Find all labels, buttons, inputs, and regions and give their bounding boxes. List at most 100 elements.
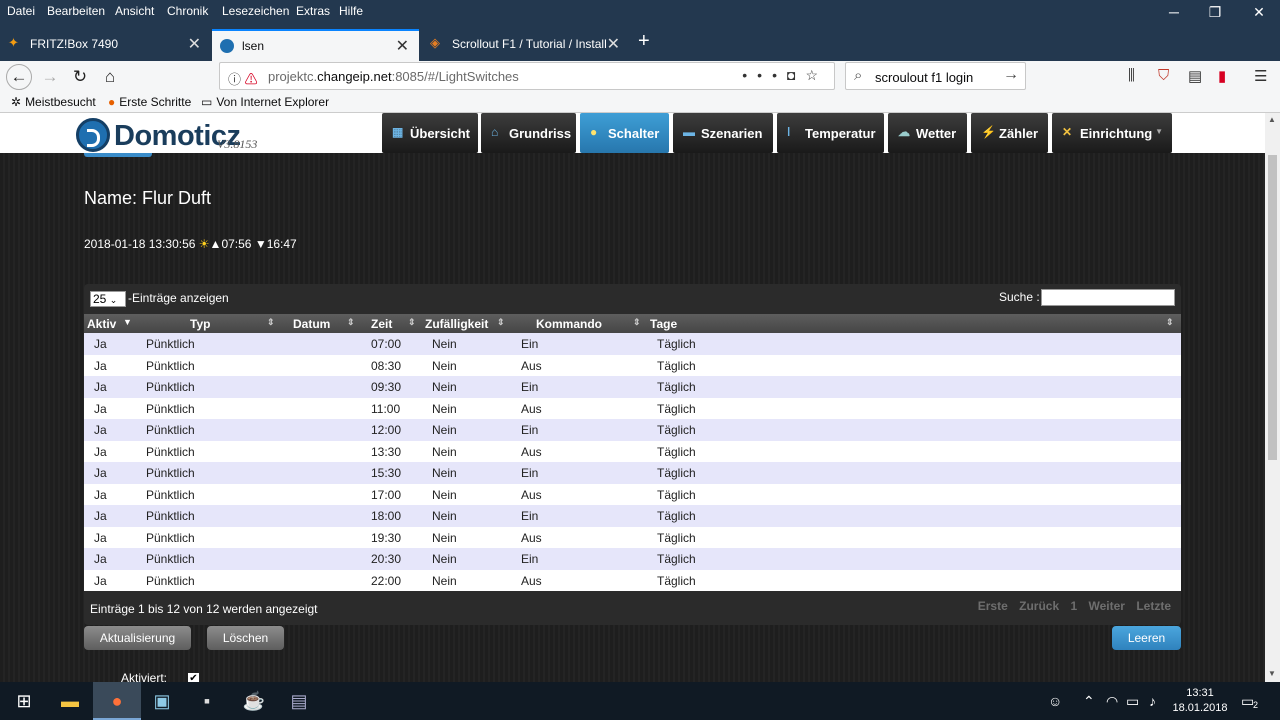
people-icon[interactable]: ☺ [1048, 693, 1062, 709]
table-search-input[interactable] [1041, 289, 1175, 306]
battery-icon[interactable]: ▭ [1126, 693, 1139, 710]
maximize-icon[interactable]: ❐ [1192, 0, 1238, 23]
nav-grundriss[interactable]: ⌂ Grundriss [481, 113, 576, 153]
sort-icon[interactable]: ⇕ [1166, 317, 1174, 328]
new-tab-icon[interactable]: + [638, 30, 658, 53]
close-window-icon[interactable]: ✕ [1236, 0, 1280, 23]
bookmark-folder-ie[interactable]: ▭ Von Internet Explorer [201, 95, 329, 109]
sort-icon[interactable]: ⇕ [497, 317, 505, 328]
tab-scrollout[interactable]: ◈ Scrollout F1 / Tutorial / Install ✕ [422, 29, 630, 61]
nav-szenarien[interactable]: ▬ Szenarien [673, 113, 773, 153]
bookmark-meistbesucht[interactable]: ✲ Meistbesucht [11, 95, 96, 109]
forward-icon[interactable]: → [37, 64, 63, 90]
tray-chevron-icon[interactable]: ⌃ [1083, 693, 1095, 710]
tab-lsen[interactable]: lsen ✕ [212, 29, 419, 61]
col-aktiv[interactable]: Aktiv [87, 317, 116, 331]
table-row[interactable]: Ja Pünktlich 17:00 Nein Aus Täglich [84, 483, 1181, 505]
refresh-button[interactable]: Aktualisierung [84, 626, 191, 650]
pager-last[interactable]: Letzte [1136, 599, 1171, 613]
ublock-icon[interactable]: ⛉ [1158, 67, 1169, 84]
back-icon[interactable]: ← [6, 64, 32, 90]
sort-desc-icon[interactable]: ▼ [123, 317, 132, 327]
table-row[interactable]: Ja Pünktlich 07:00 Nein Ein Täglich [84, 333, 1181, 355]
table-row[interactable]: Ja Pünktlich 13:30 Nein Aus Täglich [84, 440, 1181, 462]
sort-icon[interactable]: ⇕ [347, 317, 355, 328]
nav-temperatur[interactable]: ǀ Temperatur [777, 113, 884, 153]
pager-prev[interactable]: Zurück [1019, 599, 1059, 613]
delete-button[interactable]: Löschen [207, 626, 284, 650]
menu-extras[interactable]: Extras [296, 4, 330, 18]
remote-desktop-taskbar-icon[interactable]: ▤ [275, 682, 323, 720]
sort-icon[interactable]: ⇕ [267, 317, 275, 328]
nav-zaehler[interactable]: ⚡ Zähler [971, 113, 1048, 153]
table-row[interactable]: Ja Pünktlich 22:00 Nein Aus Täglich [84, 569, 1181, 591]
table-row[interactable]: Ja Pünktlich 18:00 Nein Ein Täglich [84, 505, 1181, 527]
close-tab-icon[interactable]: ✕ [396, 36, 409, 56]
table-row[interactable]: Ja Pünktlich 20:30 Nein Ein Täglich [84, 548, 1181, 570]
terminal-taskbar-icon[interactable]: ▪ [183, 682, 231, 720]
col-tage[interactable]: Tage [650, 317, 677, 331]
col-zufaelligkeit[interactable]: Zufälligkeit [425, 317, 488, 331]
home-icon[interactable]: ⌂ [97, 64, 123, 90]
nav-uebersicht[interactable]: ▦ Übersicht [382, 113, 478, 153]
search-bar[interactable]: ⌕ scroulout f1 login → [845, 62, 1026, 90]
scroll-up-icon[interactable]: ▲ [1268, 115, 1276, 124]
col-typ[interactable]: Typ [190, 317, 210, 331]
pager-first[interactable]: Erste [978, 599, 1008, 613]
volume-icon[interactable]: ♪ [1149, 693, 1156, 709]
url-bar[interactable]: ⓘ ⚠ projektc.changeip.net:8085/#/LightSw… [219, 62, 835, 90]
sort-icon[interactable]: ⇕ [633, 317, 641, 328]
page-length-select[interactable]: 25 ⌄ [90, 291, 126, 307]
app-taskbar-icon[interactable]: ▣ [138, 682, 186, 720]
table-row[interactable]: Ja Pünktlich 08:30 Nein Aus Täglich [84, 354, 1181, 376]
nav-einrichtung[interactable]: ✕ Einrichtung ▼ [1052, 113, 1172, 153]
nav-wetter[interactable]: ☁ Wetter [888, 113, 967, 153]
activated-checkbox[interactable]: ✔ [188, 673, 199, 682]
minimize-icon[interactable]: ─ [1151, 0, 1197, 23]
menu-lesezeichen[interactable]: Lesezeichen [222, 4, 289, 18]
firefox-taskbar-icon[interactable]: ● [93, 682, 141, 720]
extension-icon[interactable]: ▮ [1218, 67, 1226, 85]
close-tab-icon[interactable]: ✕ [188, 34, 201, 54]
pager-next[interactable]: Weiter [1089, 599, 1125, 613]
clear-button[interactable]: Leeren [1112, 626, 1181, 650]
reload-icon[interactable]: ↻ [67, 64, 93, 90]
file-explorer-icon[interactable]: ▬ [46, 682, 94, 720]
taskbar-clock[interactable]: 13:31 18.01.2018 [1170, 686, 1230, 716]
library-icon[interactable]: ⫼ [1128, 67, 1135, 84]
java-taskbar-icon[interactable]: ☕ [230, 682, 278, 720]
page-scrollbar[interactable]: ▲ ▼ [1265, 113, 1280, 682]
pager-page[interactable]: 1 [1070, 599, 1077, 613]
back-button-edge[interactable] [84, 153, 152, 157]
nav-schalter[interactable]: ● Schalter [580, 113, 669, 153]
col-zeit[interactable]: Zeit [371, 317, 392, 331]
menu-hilfe[interactable]: Hilfe [339, 4, 363, 18]
bookmark-erste-schritte[interactable]: ● Erste Schritte [108, 95, 191, 109]
table-row[interactable]: Ja Pünktlich 15:30 Nein Ein Täglich [84, 462, 1181, 484]
menu-datei[interactable]: Datei [7, 4, 35, 18]
menu-bearbeiten[interactable]: Bearbeiten [47, 4, 105, 18]
windows-start-icon[interactable]: ⊞ [0, 682, 48, 720]
search-text[interactable]: scroulout f1 login [875, 70, 973, 85]
scroll-down-icon[interactable]: ▼ [1268, 669, 1276, 678]
search-go-icon[interactable]: → [1003, 66, 1019, 84]
col-datum[interactable]: Datum [293, 317, 330, 331]
table-row[interactable]: Ja Pünktlich 12:00 Nein Ein Täglich [84, 419, 1181, 441]
menu-chronik[interactable]: Chronik [167, 4, 208, 18]
site-info-icon[interactable]: ⓘ ⚠ [228, 69, 258, 88]
page-actions-icon[interactable]: •••◘☆ [742, 67, 828, 84]
sort-icon[interactable]: ⇕ [408, 317, 416, 328]
table-row[interactable]: Ja Pünktlich 11:00 Nein Aus Täglich [84, 397, 1181, 419]
url-text[interactable]: projektc.changeip.net:8085/#/LightSwitch… [268, 69, 519, 84]
hamburger-menu-icon[interactable]: ☰ [1254, 67, 1267, 85]
reader-view-icon[interactable]: ▤ [1188, 67, 1202, 85]
windows-taskbar: ⊞ ▬ ● ▣ ▪ ☕ ▤ ☺ ⌃ ◠ ▭ ♪ 13:31 18.01.2018… [0, 682, 1280, 720]
close-tab-icon[interactable]: ✕ [607, 34, 620, 54]
tab-fritzbox[interactable]: ✦ FRITZ!Box 7490 ✕ [0, 29, 211, 61]
table-row[interactable]: Ja Pünktlich 09:30 Nein Ein Täglich [84, 376, 1181, 398]
menu-ansicht[interactable]: Ansicht [115, 4, 154, 18]
scrollbar-thumb[interactable] [1268, 155, 1277, 460]
col-kommando[interactable]: Kommando [536, 317, 602, 331]
table-row[interactable]: Ja Pünktlich 19:30 Nein Aus Täglich [84, 526, 1181, 548]
wifi-icon[interactable]: ◠ [1106, 693, 1118, 710]
